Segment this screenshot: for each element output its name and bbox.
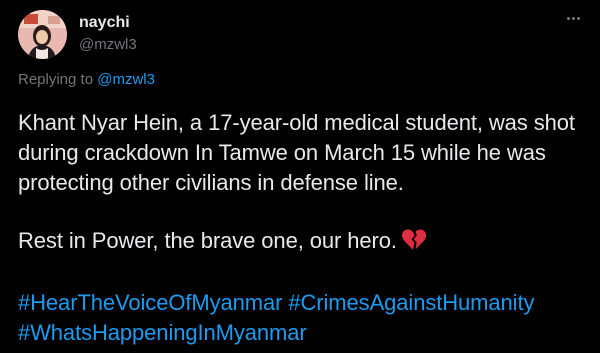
reply-mention-link[interactable]: @mzwl3 [97,71,155,88]
tweet-card: naychi @mzwl3 Replying to @mzwl3 Khant N… [0,0,600,353]
broken-heart-icon [401,228,427,260]
more-horizontal-icon [566,16,581,20]
more-options-button[interactable] [558,6,588,30]
tweet-text-line: Khant Nyar Hein, a 17-year-old medical s… [18,110,575,135]
tweet-text: Khant Nyar Hein, a 17-year-old medical s… [18,108,590,348]
avatar[interactable] [18,10,67,59]
avatar-image [18,10,67,59]
display-name[interactable]: naychi [79,14,130,32]
replying-to-label: Replying to [18,71,94,88]
user-handle[interactable]: @mzwl3 [79,36,137,54]
tweet-text-line: Rest in Power, the brave one, our hero. [18,226,590,260]
hashtag-line: #HearTheVoiceOfMyanmar #CrimesAgainstHum… [18,288,590,318]
hashtag-line: #WhatsHappeningInMyanmar [18,318,590,348]
hashtag-link[interactable]: #WhatsHappeningInMyanmar [18,320,307,345]
hashtag-link[interactable]: #CrimesAgainstHumanity [288,290,534,315]
replying-to: Replying to @mzwl3 [18,70,155,90]
tweet-text-line: during crackdown In Tamwe on March 15 wh… [18,140,546,165]
hashtag-link[interactable]: #HearTheVoiceOfMyanmar [18,290,282,315]
tweet-text-line: protecting other civilians in defense li… [18,170,404,195]
